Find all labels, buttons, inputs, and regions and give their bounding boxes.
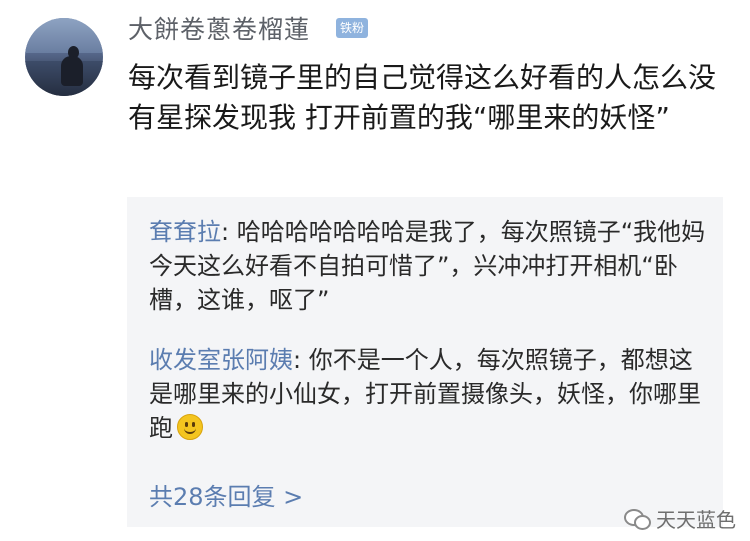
fan-badge: 铁粉 (336, 18, 369, 38)
avatar-person (61, 56, 83, 86)
avatar-sky (25, 18, 103, 54)
comment-author[interactable]: 收发室张阿姨 (149, 346, 293, 374)
comment-item: 收发室张阿姨: 你不是一个人，每次照镜子，都想这是哪里来的小仙女，打开前置摄像头… (149, 343, 709, 445)
watermark: 天天蓝色 (624, 505, 736, 532)
comment-author[interactable]: 耷耷拉 (149, 218, 221, 246)
comment-item: 耷耷拉: 哈哈哈哈哈哈哈是我了，每次照镜子“我他妈今天这么好看不自拍可惜了”，兴… (149, 215, 709, 317)
comments-panel: 耷耷拉: 哈哈哈哈哈哈哈是我了，每次照镜子“我他妈今天这么好看不自拍可惜了”，兴… (127, 197, 723, 527)
username[interactable]: 大餅卷蔥卷榴蓮 (128, 10, 310, 46)
watermark-text: 天天蓝色 (656, 507, 736, 532)
comment-separator: : (221, 218, 237, 246)
comment-separator: : (293, 346, 309, 374)
user-avatar[interactable] (25, 18, 103, 96)
wechat-icon (624, 507, 651, 530)
more-replies-link[interactable]: 共28条回复 > (149, 477, 303, 512)
smiley-emoji-icon (177, 414, 203, 440)
post-text: 每次看到镜子里的自己觉得这么好看的人怎么没有星探发现我 打开前置的我“哪里来的妖… (128, 61, 717, 134)
